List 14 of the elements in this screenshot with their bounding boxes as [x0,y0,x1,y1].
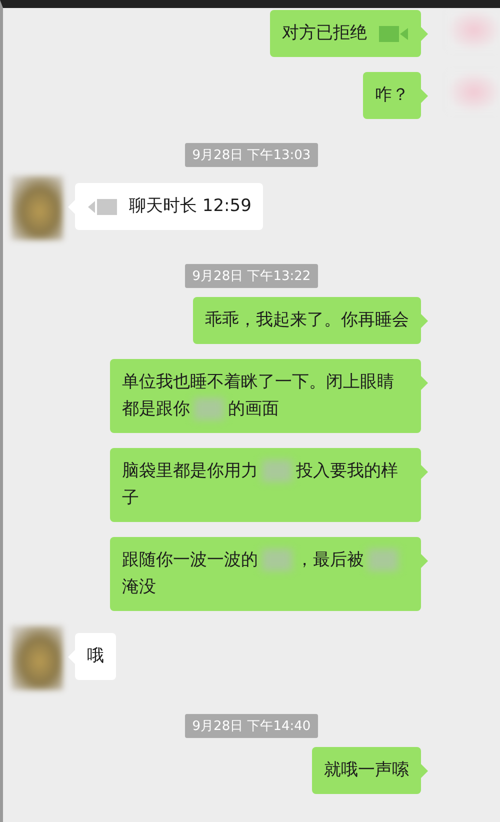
avatar[interactable] [11,176,63,240]
message-text: 咋？ [375,84,409,107]
timestamp: 9月28日 下午13:03 [185,143,318,167]
message-text: 单位我也睡不着眯了一下。闭上眼睛都是跟你 的画面 [122,371,395,422]
message-text: 聊天时长 12:59 [129,195,252,218]
message-text: 哦 [87,645,104,668]
message-text: 对方已拒绝 [282,22,367,45]
message-text: 脑袋里都是你用力 投入要我的样子 [122,459,399,510]
message-text: 乖乖，我起来了。你再睡会 [205,309,409,332]
timestamp: 9月28日 下午14:40 [185,714,318,738]
message-text: 就哦一声嗦 [324,759,409,782]
timestamp: 9月28日 下午13:22 [185,264,318,288]
message-text: 跟随你一波一波的 ，最后被 淹没 [122,547,409,601]
avatar[interactable] [11,626,63,690]
